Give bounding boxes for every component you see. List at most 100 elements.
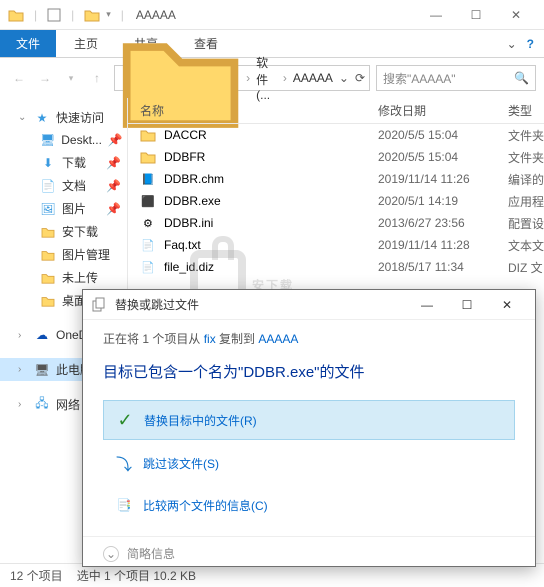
sidebar-item-pictures[interactable]: 🖼图片📌	[0, 197, 127, 220]
dialog-message: 目标已包含一个名为"DDBR.exe"的文件	[103, 361, 515, 382]
folder-icon	[40, 247, 56, 263]
sidebar-item-desktop[interactable]: 🖥Deskt...📌	[0, 129, 127, 151]
sidebar-item-documents[interactable]: 📄文档📌	[0, 174, 127, 197]
expand-icon[interactable]: ›	[18, 399, 28, 410]
tab-home[interactable]: 主页	[56, 30, 116, 57]
desktop-icon: 🖥	[40, 132, 55, 148]
file-name: DDBR.ini	[164, 216, 213, 230]
minimize-button[interactable]: —	[407, 291, 447, 319]
chm-icon: 📘	[140, 171, 156, 187]
qat-dropdown-icon[interactable]: ▾	[106, 9, 111, 20]
maximize-button[interactable]: ☐	[456, 1, 496, 29]
address-dropdown-icon[interactable]: ⌄	[339, 71, 349, 85]
expand-icon[interactable]: ⌄	[18, 112, 28, 123]
star-icon: ★	[34, 110, 50, 126]
folder-icon	[40, 293, 56, 309]
download-icon: ⬇	[40, 155, 56, 171]
chevron-right-icon[interactable]: ›	[283, 71, 287, 85]
file-date: 2020/5/5 15:04	[378, 128, 508, 142]
expand-icon[interactable]: ›	[18, 330, 28, 341]
footer-label[interactable]: 简略信息	[127, 545, 175, 562]
address-bar[interactable]: › 软件 (... › AAAAA ⌄ ⟳	[114, 65, 370, 91]
folder-icon	[140, 128, 156, 142]
column-type[interactable]: 类型	[508, 102, 544, 119]
file-name: DDBR.exe	[164, 194, 221, 208]
folder-icon	[8, 8, 24, 22]
list-item[interactable]: ⚙DDBR.ini2013/6/27 23:56配置设	[128, 212, 544, 234]
option-label: 替换目标中的文件(R)	[144, 412, 257, 429]
ribbon-expand[interactable]: ⌄ ?	[507, 30, 544, 57]
sidebar-item-folder[interactable]: 图片管理	[0, 243, 127, 266]
network-icon: 🖧	[34, 397, 50, 413]
list-item[interactable]: 📄Faq.txt2019/11/14 11:28文本文	[128, 234, 544, 256]
option-compare[interactable]: 📑 比较两个文件的信息(C)	[103, 486, 515, 524]
refresh-icon[interactable]: ⟳	[355, 71, 365, 85]
picture-icon: 🖼	[40, 201, 56, 217]
nav-bar: ← → ▾ ↑ › 软件 (... › AAAAA ⌄ ⟳ 搜索"AAAAA" …	[0, 58, 544, 98]
breadcrumb[interactable]: AAAAA	[291, 71, 335, 85]
status-from-link[interactable]: fix	[204, 332, 216, 346]
sidebar-item-downloads[interactable]: ⬇下载📌	[0, 151, 127, 174]
sidebar-item-folder[interactable]: 未上传	[0, 266, 127, 289]
file-type: DIZ 文	[508, 259, 544, 276]
document-icon: 📄	[40, 178, 56, 194]
back-button[interactable]: ←	[8, 67, 30, 89]
option-skip[interactable]: ⤵ 跳过该文件(S)	[103, 444, 515, 482]
sidebar-item-label: 未上传	[62, 269, 98, 286]
close-button[interactable]: ✕	[487, 291, 527, 319]
checkbox-icon[interactable]	[47, 8, 61, 22]
list-item[interactable]: DACCR2020/5/5 15:04文件夹	[128, 124, 544, 146]
separator: |	[121, 8, 124, 22]
search-icon[interactable]: 🔍	[514, 71, 529, 85]
forward-button[interactable]: →	[34, 67, 56, 89]
exe-icon: ⬛	[140, 193, 156, 209]
sidebar-item-label: 网络	[56, 396, 80, 413]
dialog-footer: ⌄ 简略信息	[83, 536, 535, 570]
up-button[interactable]: ↑	[86, 67, 108, 89]
chevron-right-icon[interactable]: ›	[246, 71, 250, 85]
chevron-down-icon[interactable]: ⌄	[507, 37, 517, 51]
minimize-button[interactable]: —	[416, 1, 456, 29]
quick-access-toolbar: | | ▾ |	[8, 8, 128, 22]
file-tab[interactable]: 文件	[0, 30, 56, 57]
file-type: 文件夹	[508, 149, 544, 166]
file-date: 2019/11/14 11:28	[378, 238, 508, 252]
checkmark-icon: ✓	[116, 411, 134, 429]
column-date[interactable]: 修改日期	[378, 102, 508, 119]
sidebar-item-folder[interactable]: 安下载	[0, 220, 127, 243]
copy-status: 正在将 1 个项目从 fix 复制到 AAAAA	[103, 330, 515, 347]
help-icon[interactable]: ?	[527, 37, 534, 51]
status-to-link[interactable]: AAAAA	[258, 332, 298, 346]
status-text: 复制到	[216, 332, 259, 346]
file-name: DDBR.chm	[164, 172, 224, 186]
option-label: 比较两个文件的信息(C)	[143, 497, 268, 514]
sidebar-item-label: 快速访问	[56, 109, 104, 126]
maximize-button[interactable]: ☐	[447, 291, 487, 319]
nav-arrows: ← → ▾ ↑	[8, 67, 108, 89]
sidebar-item-label: 文档	[62, 177, 86, 194]
list-item[interactable]: ⬛DDBR.exe2020/5/1 14:19应用程	[128, 190, 544, 212]
list-item[interactable]: 📄file_id.diz2018/5/17 11:34DIZ 文	[128, 256, 544, 278]
recent-dropdown-icon[interactable]: ▾	[60, 67, 82, 89]
chevron-down-icon[interactable]: ⌄	[103, 546, 119, 562]
column-name[interactable]: 名称	[128, 102, 378, 119]
pin-icon: 📌	[106, 156, 121, 170]
list-item[interactable]: DDBFR2020/5/5 15:04文件夹	[128, 146, 544, 168]
list-item[interactable]: 📘DDBR.chm2019/11/14 11:26编译的	[128, 168, 544, 190]
close-button[interactable]: ✕	[496, 1, 536, 29]
file-name: file_id.diz	[164, 260, 214, 274]
status-text: 正在将 1 个项目从	[103, 332, 204, 346]
breadcrumb[interactable]: 软件 (...	[254, 54, 279, 102]
sidebar-quick-access[interactable]: ⌄ ★ 快速访问	[0, 106, 127, 129]
cloud-icon: ☁	[34, 327, 50, 343]
folder-small-icon	[84, 8, 100, 22]
expand-icon[interactable]: ›	[18, 364, 28, 375]
option-replace[interactable]: ✓ 替换目标中的文件(R)	[103, 400, 515, 440]
status-count: 12 个项目	[10, 567, 63, 584]
search-input[interactable]: 搜索"AAAAA" 🔍	[376, 65, 536, 91]
file-date: 2013/6/27 23:56	[378, 216, 508, 230]
ini-icon: ⚙	[140, 215, 156, 231]
diz-icon: 📄	[140, 259, 156, 275]
folder-icon	[140, 150, 156, 164]
file-name: Faq.txt	[164, 238, 201, 252]
